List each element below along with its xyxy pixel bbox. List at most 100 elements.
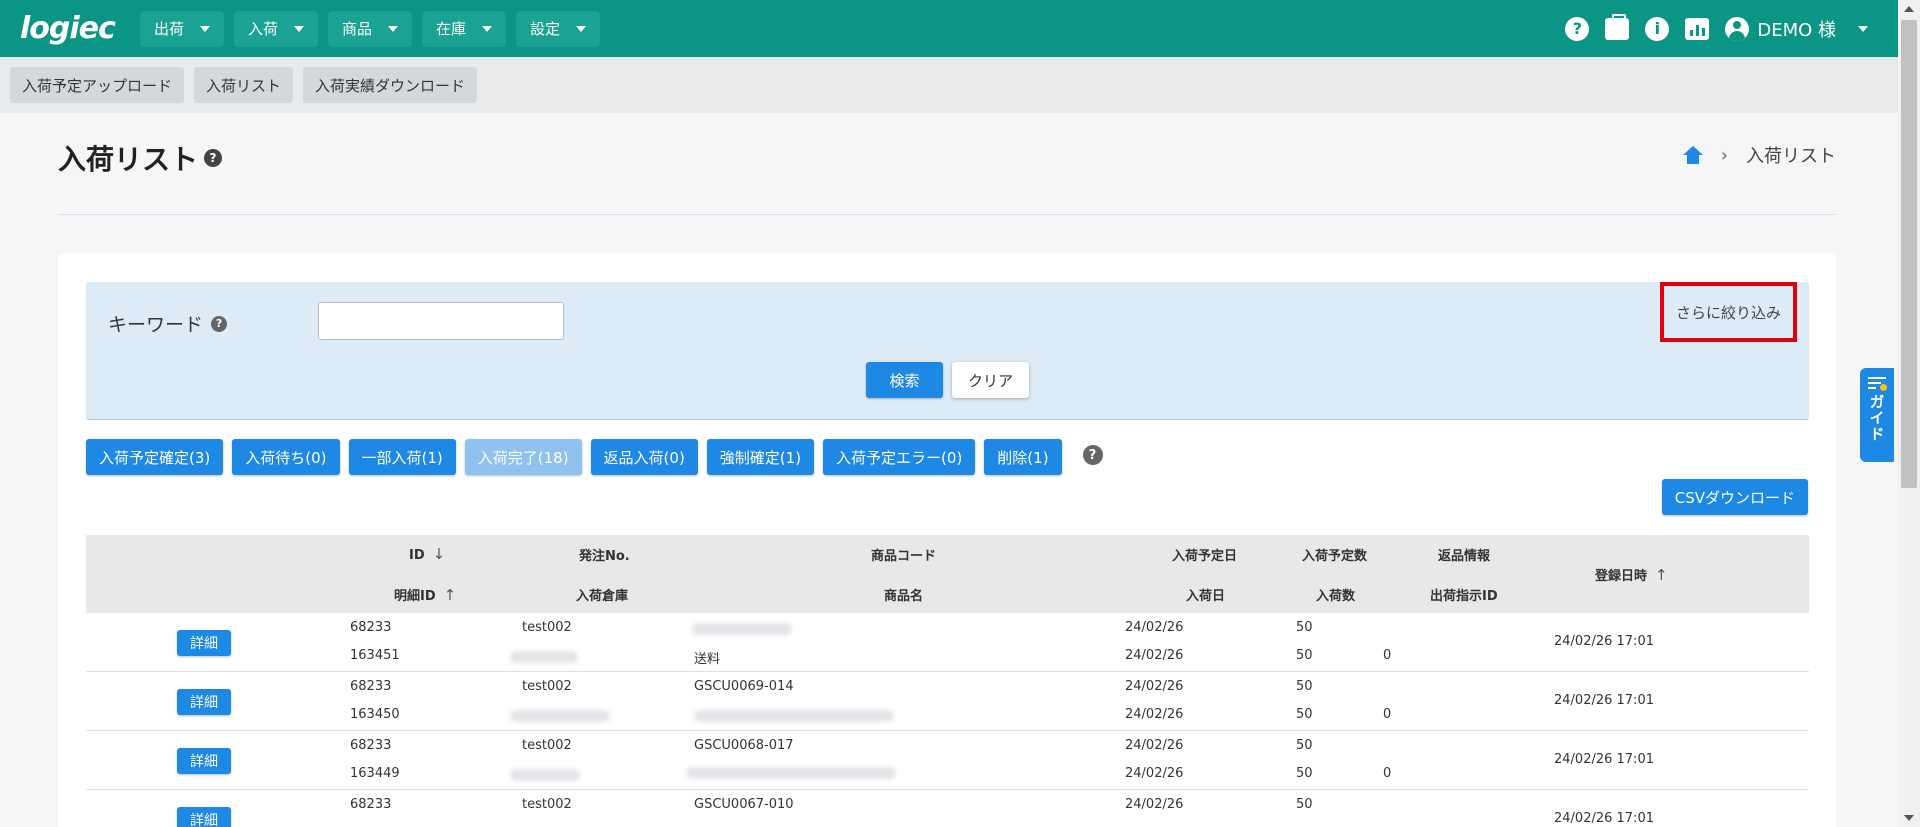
- sort-down-icon[interactable]: ↓: [433, 545, 446, 563]
- main-menu: 出荷 入荷 商品 在庫 設定: [140, 10, 601, 47]
- status-partial-button[interactable]: 一部入荷(1): [348, 439, 456, 475]
- page-scrollbar[interactable]: [1898, 0, 1920, 827]
- cell-product-code: GSCU0067-010: [694, 797, 794, 812]
- cell-detail-id: 163450: [350, 707, 400, 722]
- col-product-code[interactable]: 商品コード: [871, 545, 936, 564]
- cell-arrival-qty: 50: [1296, 648, 1313, 663]
- scroll-thumb[interactable]: [1901, 20, 1917, 488]
- guide-tab[interactable]: ガイド: [1860, 368, 1894, 462]
- status-forced-button[interactable]: 強制確定(1): [706, 439, 815, 475]
- user-icon[interactable]: [1725, 16, 1750, 41]
- cell-planned-qty: 50: [1296, 679, 1313, 694]
- status-waiting-button[interactable]: 入荷待ち(0): [232, 439, 340, 475]
- header-divider: [58, 214, 1836, 215]
- keyword-label: キーワード ?: [108, 310, 228, 337]
- chart-icon[interactable]: [1685, 17, 1710, 40]
- breadcrumb-separator: ›: [1720, 144, 1728, 166]
- col-ship-id[interactable]: 出荷指示ID: [1430, 585, 1498, 604]
- col-id[interactable]: ID ↓: [409, 545, 445, 563]
- menu-shipping[interactable]: 出荷: [140, 10, 225, 47]
- cell-detail-id: 163451: [350, 648, 400, 663]
- cell-arrival-date: 24/02/26: [1125, 707, 1184, 722]
- cell-order-no: test002: [522, 738, 572, 753]
- cell-planned-date: 24/02/26: [1125, 620, 1184, 635]
- cell-registered: 24/02/26 17:01: [1554, 752, 1654, 767]
- search-button[interactable]: 検索: [866, 362, 943, 398]
- col-product-name[interactable]: 商品名: [884, 585, 923, 604]
- col-arrival-date[interactable]: 入荷日: [1186, 585, 1225, 604]
- col-detail-id[interactable]: 明細ID ↑: [394, 585, 456, 604]
- cell-registered: 24/02/26 17:01: [1554, 693, 1654, 708]
- detail-button[interactable]: 詳細: [177, 807, 231, 827]
- col-registered[interactable]: 登録日時 ↑: [1595, 565, 1668, 584]
- cell-product-name: 送料: [694, 652, 721, 667]
- menu-receiving[interactable]: 入荷: [234, 10, 319, 47]
- sort-up-icon[interactable]: ↑: [444, 586, 457, 604]
- cell-registered: 24/02/26 17:01: [1554, 634, 1654, 649]
- cell-order-no: test002: [522, 797, 572, 812]
- arrival-table: ID ↓ 明細ID ↑ 発注No. 入荷倉庫 商品コード 商品名 入荷予定日 入荷日…: [86, 535, 1809, 827]
- col-order-no[interactable]: 発注No.: [579, 545, 630, 564]
- col-warehouse[interactable]: 入荷倉庫: [576, 585, 628, 604]
- cell-id: 68233: [350, 738, 392, 753]
- sub-nav: 入荷予定アップロード 入荷リスト 入荷実績ダウンロード: [0, 57, 1898, 113]
- page-help-icon[interactable]: ?: [204, 149, 223, 167]
- cell-planned-date: 24/02/26: [1125, 797, 1184, 812]
- cell-arrival-qty: 50: [1296, 766, 1313, 781]
- cell-planned-date: 24/02/26: [1125, 679, 1184, 694]
- top-nav: logiec 出荷 入荷 商品 在庫 設定 ? i DEMO 様: [0, 0, 1898, 57]
- filter-more-link[interactable]: さらに絞り込み: [1660, 282, 1797, 342]
- cell-product-code: GSCU0068-017: [694, 738, 794, 753]
- logo[interactable]: logiec: [20, 11, 130, 46]
- clear-button[interactable]: クリア: [952, 362, 1029, 398]
- status-error-button[interactable]: 入荷予定エラー(0): [823, 439, 976, 475]
- keyword-help-icon[interactable]: ?: [211, 315, 228, 332]
- status-deleted-button[interactable]: 削除(1): [984, 439, 1062, 475]
- blurred-warehouse: [510, 651, 578, 663]
- col-return-info[interactable]: 返品情報: [1438, 545, 1490, 564]
- table-row: 詳細 68233 test002 GSCU0067-010 24/02/26 5…: [86, 790, 1809, 827]
- caret-down-icon: [482, 25, 493, 32]
- sort-up-icon[interactable]: ↑: [1655, 566, 1668, 584]
- csv-download-button[interactable]: CSVダウンロード: [1661, 479, 1808, 515]
- col-planned-qty[interactable]: 入荷予定数: [1302, 545, 1367, 564]
- cell-planned-qty: 50: [1296, 620, 1313, 635]
- menu-inventory[interactable]: 在庫: [422, 10, 507, 47]
- cell-arrival-date: 24/02/26: [1125, 766, 1184, 781]
- subnav-upload[interactable]: 入荷予定アップロード: [10, 67, 185, 103]
- detail-button[interactable]: 詳細: [177, 630, 231, 656]
- subnav-list[interactable]: 入荷リスト: [194, 67, 294, 103]
- keyword-input[interactable]: [318, 302, 564, 340]
- caret-down-icon: [200, 25, 211, 32]
- page-title: 入荷リスト ?: [58, 138, 223, 178]
- menu-settings[interactable]: 設定: [516, 10, 601, 47]
- search-panel: キーワード ? さらに絞り込み 検索 クリア: [86, 282, 1809, 420]
- main-card: キーワード ? さらに絞り込み 検索 クリア 入荷予定確定(3) 入荷待ち(0)…: [58, 253, 1836, 827]
- cell-id: 68233: [350, 797, 392, 812]
- table-header: ID ↓ 明細ID ↑ 発注No. 入荷倉庫 商品コード 商品名 入荷予定日 入荷日…: [86, 535, 1809, 613]
- user-name[interactable]: DEMO 様: [1757, 16, 1836, 42]
- subnav-download[interactable]: 入荷実績ダウンロード: [303, 67, 478, 103]
- status-filter-row: 入荷予定確定(3) 入荷待ち(0) 一部入荷(1) 入荷完了(18) 返品入荷(…: [86, 439, 1103, 475]
- home-icon[interactable]: [1682, 146, 1703, 164]
- briefcase-icon[interactable]: [1605, 13, 1630, 40]
- cell-arrival-date: 24/02/26: [1125, 648, 1184, 663]
- col-arrival-qty[interactable]: 入荷数: [1316, 585, 1355, 604]
- nav-right: ? i DEMO 様: [1565, 0, 1868, 57]
- user-menu-caret-icon[interactable]: [1858, 25, 1868, 32]
- status-return-button[interactable]: 返品入荷(0): [590, 439, 698, 475]
- cell-planned-qty: 50: [1296, 797, 1313, 812]
- col-planned-date[interactable]: 入荷予定日: [1172, 545, 1237, 564]
- scroll-down-icon[interactable]: [1904, 815, 1914, 821]
- help-icon[interactable]: ?: [1565, 16, 1590, 41]
- status-confirmed-button[interactable]: 入荷予定確定(3): [86, 439, 224, 475]
- status-help-icon[interactable]: ?: [1082, 445, 1103, 465]
- menu-products[interactable]: 商品: [328, 10, 413, 47]
- info-icon[interactable]: i: [1645, 16, 1670, 41]
- scroll-up-icon[interactable]: [1904, 6, 1914, 12]
- detail-button[interactable]: 詳細: [177, 689, 231, 715]
- detail-button[interactable]: 詳細: [177, 748, 231, 774]
- table-row: 詳細 68233 163451 test002 送料 24/02/26 24/0…: [86, 613, 1809, 672]
- cell-detail-id: 163449: [350, 766, 400, 781]
- status-complete-button[interactable]: 入荷完了(18): [464, 439, 582, 475]
